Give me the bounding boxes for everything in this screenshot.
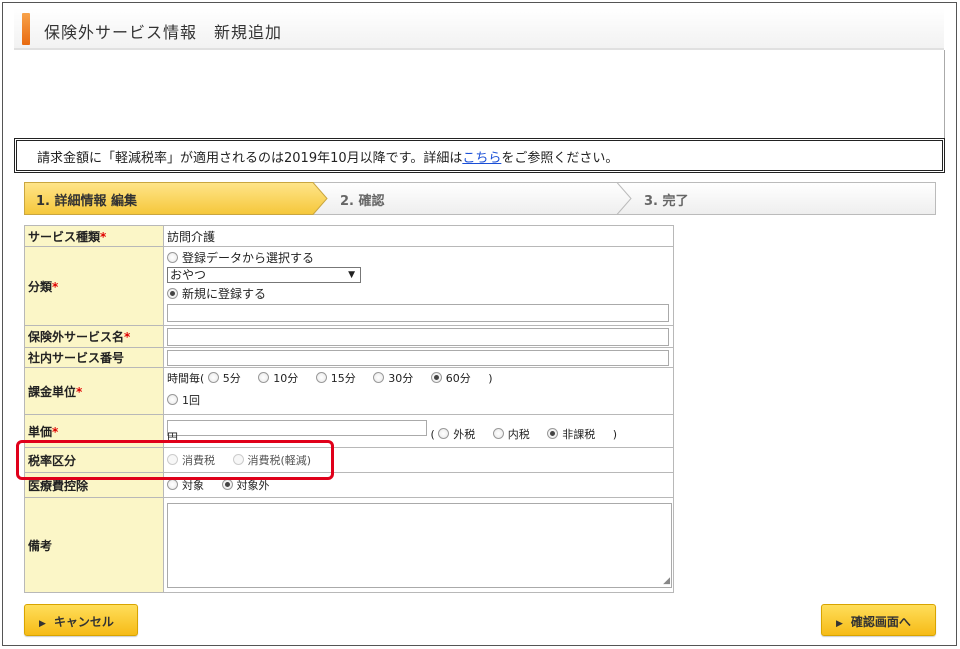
label-deduction-excluded: 対象外 (236, 479, 270, 492)
label-select-existing: 登録データから選択する (182, 250, 315, 265)
label-tax-inclusive: 内税 (507, 428, 530, 441)
label-tax-rate: 税率区分 (24, 447, 164, 473)
tax-open-paren: ( (430, 428, 435, 441)
label-consumption-tax: 消費税 (182, 454, 215, 467)
label-5min: 5分 (222, 372, 241, 385)
label-remarks: 備考 (24, 497, 164, 593)
chevron-down-icon: ▼ (348, 269, 355, 280)
radio-once[interactable] (167, 394, 178, 405)
label-unit-price: 単価* (24, 414, 164, 448)
label-10min: 10分 (273, 372, 299, 385)
radio-15min[interactable] (315, 372, 327, 383)
row-unit-price: 単価* ( 外税 内税 非課税 ) 円 (24, 414, 674, 448)
internal-number-input[interactable] (167, 349, 669, 366)
radio-reduced-tax[interactable] (232, 454, 244, 465)
label-service-name: 保険外サービス名* (24, 325, 164, 348)
tax-close-paren: ) (612, 428, 618, 441)
currency-unit: 円 (167, 431, 178, 444)
divider (944, 50, 945, 138)
step-3-complete: 3. 完了 (644, 194, 689, 209)
row-internal-number: 社内サービス番号 (24, 347, 674, 368)
label-service-type: サービス種類* (24, 225, 164, 247)
row-billing-unit: 課金単位* 時間毎( 5分 10分 15分 30分 60分 ) 1回 (24, 367, 674, 415)
steps-background (24, 182, 936, 215)
label-once: 1回 (182, 394, 200, 407)
category-select[interactable]: おやつ ▼ (167, 266, 361, 283)
row-medical-deduction: 医療費控除 対象 対象外 (24, 472, 674, 498)
label-register-new: 新規に登録する (182, 286, 267, 301)
radio-tax-free[interactable] (547, 428, 559, 439)
page-header: 保険外サービス情報 新規追加 (14, 8, 944, 50)
label-category: 分類* (24, 246, 164, 326)
label-deduction-target: 対象 (182, 479, 204, 492)
chevron-right-icon: ▶ (836, 619, 843, 629)
service-form: サービス種類* 訪問介護 分類* 登録データから選択する おやつ ▼ 新規に登録す… (24, 225, 674, 593)
label-internal-number: 社内サービス番号 (24, 347, 164, 368)
row-service-name: 保険外サービス名* (24, 325, 674, 348)
radio-tax-exclusive[interactable] (438, 428, 450, 439)
confirm-button[interactable]: ▶ 確認画面へ (821, 604, 936, 636)
row-remarks: 備考 ◢ (24, 497, 674, 593)
label-medical-deduction: 医療費控除 (24, 472, 164, 498)
step-1-edit: 1. 詳細情報 編集 (36, 194, 138, 209)
radio-select-existing[interactable] (167, 251, 178, 263)
chevron-right-icon: ▶ (39, 619, 46, 629)
label-tax-free: 非課税 (562, 428, 596, 441)
radio-deduction-excluded[interactable] (221, 479, 233, 490)
radio-consumption-tax[interactable] (167, 454, 178, 465)
service-type-value: 訪問介護 (163, 225, 674, 247)
radio-30min[interactable] (373, 372, 385, 383)
label-30min: 30分 (388, 372, 414, 385)
label-15min: 15分 (330, 372, 356, 385)
progress-steps: 1. 詳細情報 編集 2. 確認 3. 完了 (24, 182, 936, 215)
label-60min: 60分 (445, 372, 471, 385)
radio-5min[interactable] (207, 372, 219, 383)
notice-link[interactable]: こちら (462, 151, 501, 166)
billing-suffix: ) (488, 372, 493, 385)
resize-grip-icon[interactable]: ◢ (663, 576, 670, 586)
radio-10min[interactable] (258, 372, 270, 383)
radio-tax-inclusive[interactable] (492, 428, 504, 439)
new-category-input[interactable] (167, 303, 669, 322)
row-category: 分類* 登録データから選択する おやつ ▼ 新規に登録する (24, 246, 674, 326)
cancel-button[interactable]: ▶ キャンセル (24, 604, 138, 636)
row-tax-rate: 税率区分 消費税 消費税(軽減) (24, 447, 674, 473)
page-title: 保険外サービス情報 新規追加 (44, 23, 283, 42)
radio-deduction-target[interactable] (167, 479, 178, 490)
remarks-textarea[interactable]: ◢ (167, 502, 672, 588)
service-name-input[interactable] (167, 327, 669, 346)
tax-notice: 請求金額に「軽減税率」が適用されるのは2019年10月以降です。詳細はこちらをご… (14, 138, 945, 173)
notice-text-end: をご参照ください。 (501, 151, 619, 166)
unit-price-input[interactable] (167, 420, 427, 436)
radio-register-new[interactable] (167, 287, 178, 299)
radio-60min[interactable] (430, 372, 442, 383)
label-tax-exclusive: 外税 (453, 428, 476, 441)
step-2-confirm: 2. 確認 (340, 194, 385, 209)
title-accent-bar (22, 13, 30, 45)
billing-prefix: 時間毎( (167, 372, 205, 385)
notice-text: 請求金額に「軽減税率」が適用されるのは2019年10月以降です。詳細は (37, 151, 463, 166)
label-reduced-tax: 消費税(軽減) (247, 454, 312, 467)
label-billing-unit: 課金単位* (24, 367, 164, 415)
row-service-type: サービス種類* 訪問介護 (24, 225, 674, 247)
